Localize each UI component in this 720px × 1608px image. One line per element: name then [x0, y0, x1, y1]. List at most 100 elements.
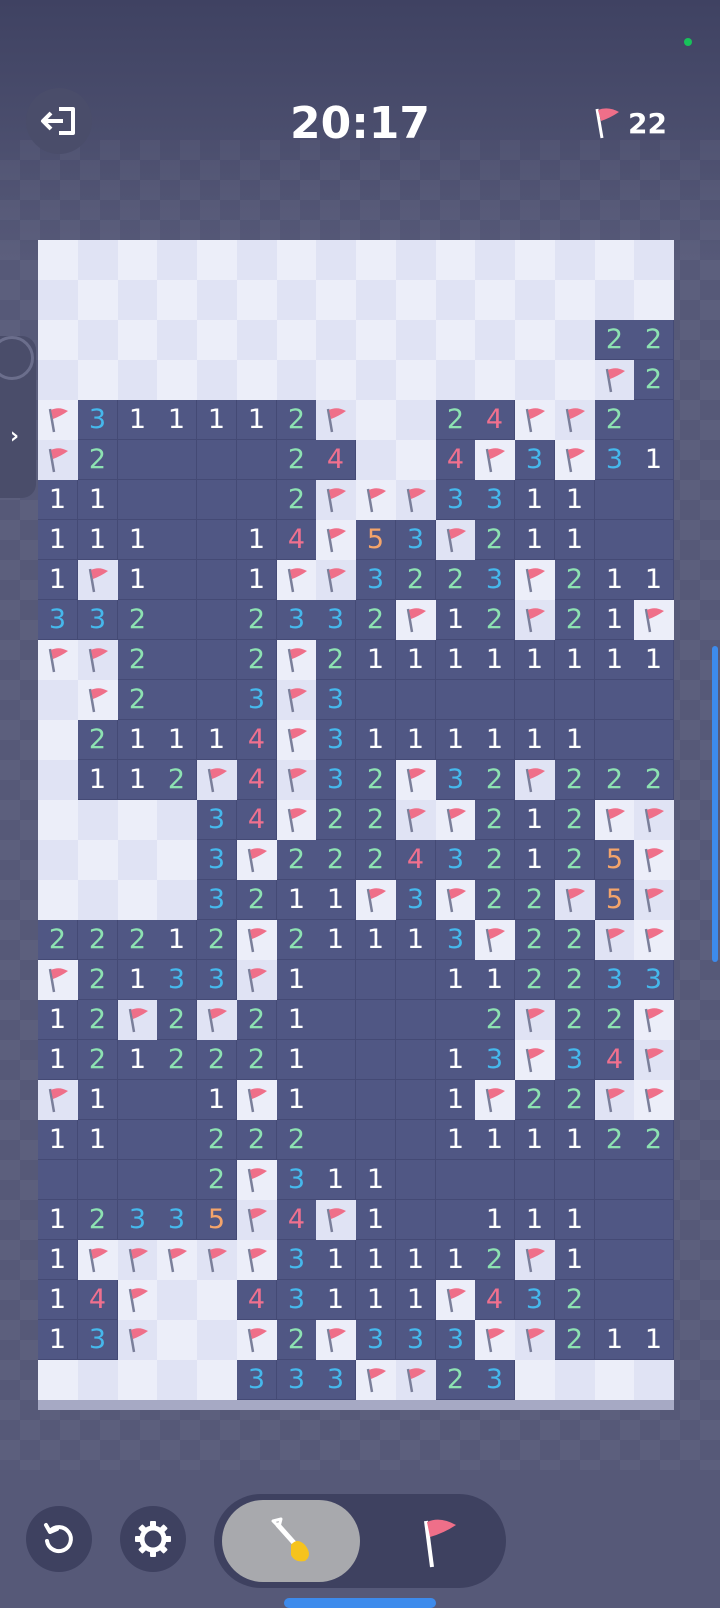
hidden-cell[interactable] — [78, 280, 118, 320]
flagged-cell[interactable] — [555, 880, 595, 920]
flagged-cell[interactable] — [555, 400, 595, 440]
revealed-cell[interactable] — [634, 480, 674, 520]
hidden-cell[interactable] — [157, 320, 197, 360]
revealed-cell[interactable] — [157, 680, 197, 720]
hidden-cell[interactable] — [157, 1360, 197, 1400]
flagged-cell[interactable] — [634, 600, 674, 640]
hidden-cell[interactable] — [634, 280, 674, 320]
number-cell[interactable]: 1 — [157, 920, 197, 960]
hidden-cell[interactable] — [396, 360, 436, 400]
number-cell[interactable]: 1 — [436, 1040, 476, 1080]
flagged-cell[interactable] — [595, 1080, 635, 1120]
number-cell[interactable]: 1 — [118, 1040, 158, 1080]
hidden-cell[interactable] — [356, 320, 396, 360]
flagged-cell[interactable] — [634, 1040, 674, 1080]
revealed-cell[interactable] — [595, 720, 635, 760]
number-cell[interactable]: 1 — [436, 720, 476, 760]
revealed-cell[interactable] — [316, 1040, 356, 1080]
number-cell[interactable]: 2 — [78, 1200, 118, 1240]
revealed-cell[interactable] — [197, 680, 237, 720]
number-cell[interactable]: 1 — [157, 720, 197, 760]
flagged-cell[interactable] — [515, 1040, 555, 1080]
number-cell[interactable]: 2 — [555, 760, 595, 800]
revealed-cell[interactable] — [396, 1200, 436, 1240]
number-cell[interactable]: 2 — [515, 960, 555, 1000]
revealed-cell[interactable] — [595, 1160, 635, 1200]
number-cell[interactable]: 2 — [277, 440, 317, 480]
number-cell[interactable]: 1 — [38, 480, 78, 520]
flagged-cell[interactable] — [515, 1320, 555, 1360]
hidden-cell[interactable] — [78, 880, 118, 920]
number-cell[interactable]: 3 — [78, 600, 118, 640]
hidden-cell[interactable] — [356, 400, 396, 440]
number-cell[interactable]: 1 — [356, 920, 396, 960]
number-cell[interactable]: 2 — [316, 840, 356, 880]
flagged-cell[interactable] — [634, 880, 674, 920]
hidden-cell[interactable] — [475, 240, 515, 280]
hidden-cell[interactable] — [515, 240, 555, 280]
flagged-cell[interactable] — [515, 1000, 555, 1040]
number-cell[interactable]: 1 — [38, 1200, 78, 1240]
number-cell[interactable]: 1 — [118, 520, 158, 560]
hidden-cell[interactable] — [38, 1360, 78, 1400]
hidden-cell[interactable] — [197, 320, 237, 360]
flagged-cell[interactable] — [634, 920, 674, 960]
number-cell[interactable]: 1 — [38, 560, 78, 600]
number-cell[interactable]: 3 — [237, 680, 277, 720]
number-cell[interactable]: 1 — [78, 520, 118, 560]
hidden-cell[interactable] — [555, 320, 595, 360]
revealed-cell[interactable] — [118, 440, 158, 480]
number-cell[interactable]: 1 — [118, 400, 158, 440]
flagged-cell[interactable] — [634, 1000, 674, 1040]
revealed-cell[interactable] — [515, 680, 555, 720]
revealed-cell[interactable] — [515, 1160, 555, 1200]
number-cell[interactable]: 1 — [555, 480, 595, 520]
flagged-cell[interactable] — [595, 920, 635, 960]
number-cell[interactable]: 1 — [38, 1000, 78, 1040]
revealed-cell[interactable] — [197, 560, 237, 600]
hidden-cell[interactable] — [38, 760, 78, 800]
hidden-cell[interactable] — [38, 800, 78, 840]
hidden-cell[interactable] — [118, 320, 158, 360]
revealed-cell[interactable] — [316, 1120, 356, 1160]
number-cell[interactable]: 1 — [595, 640, 635, 680]
number-cell[interactable]: 4 — [436, 440, 476, 480]
number-cell[interactable]: 2 — [634, 360, 674, 400]
hidden-cell[interactable] — [475, 360, 515, 400]
number-cell[interactable]: 1 — [277, 1040, 317, 1080]
number-cell[interactable]: 1 — [237, 560, 277, 600]
hidden-cell[interactable] — [555, 280, 595, 320]
number-cell[interactable]: 2 — [595, 1000, 635, 1040]
number-cell[interactable]: 1 — [515, 1120, 555, 1160]
number-cell[interactable]: 2 — [78, 960, 118, 1000]
revealed-cell[interactable] — [595, 1240, 635, 1280]
hidden-cell[interactable] — [38, 280, 78, 320]
revealed-cell[interactable] — [356, 960, 396, 1000]
revealed-cell[interactable] — [475, 680, 515, 720]
number-cell[interactable]: 1 — [237, 520, 277, 560]
hidden-cell[interactable] — [78, 360, 118, 400]
number-cell[interactable]: 1 — [277, 880, 317, 920]
hidden-cell[interactable] — [396, 320, 436, 360]
flagged-cell[interactable] — [316, 480, 356, 520]
flagged-cell[interactable] — [396, 800, 436, 840]
revealed-cell[interactable] — [157, 1120, 197, 1160]
number-cell[interactable]: 3 — [237, 1360, 277, 1400]
revealed-cell[interactable] — [157, 480, 197, 520]
hidden-cell[interactable] — [38, 320, 78, 360]
revealed-cell[interactable] — [118, 1080, 158, 1120]
number-cell[interactable]: 1 — [356, 1280, 396, 1320]
number-cell[interactable]: 3 — [475, 480, 515, 520]
number-cell[interactable]: 3 — [436, 840, 476, 880]
flagged-cell[interactable] — [316, 400, 356, 440]
number-cell[interactable]: 1 — [515, 840, 555, 880]
flagged-cell[interactable] — [78, 680, 118, 720]
flagged-cell[interactable] — [555, 440, 595, 480]
revealed-cell[interactable] — [436, 1200, 476, 1240]
number-cell[interactable]: 2 — [595, 1120, 635, 1160]
hidden-cell[interactable] — [157, 1280, 197, 1320]
flagged-cell[interactable] — [356, 880, 396, 920]
flagged-cell[interactable] — [475, 440, 515, 480]
revealed-cell[interactable] — [356, 1080, 396, 1120]
number-cell[interactable]: 2 — [555, 1280, 595, 1320]
